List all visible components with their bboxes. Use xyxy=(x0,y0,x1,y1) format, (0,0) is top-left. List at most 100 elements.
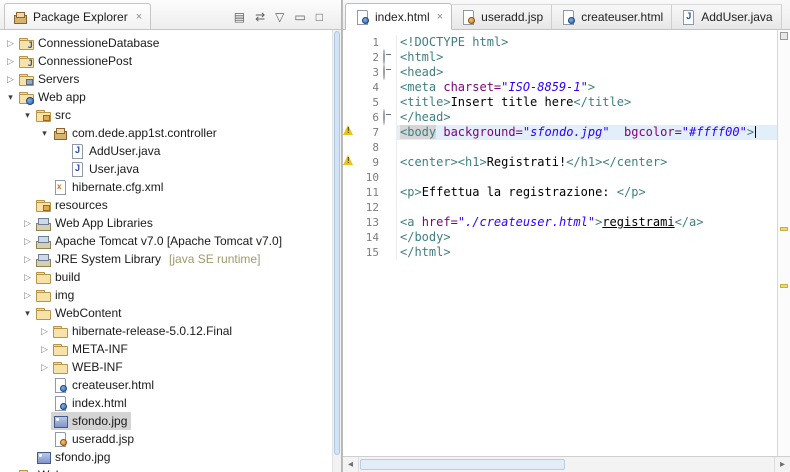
code-line[interactable]: 9 <center><h1>Registrati!</h1></center> xyxy=(343,155,777,170)
code-line-text[interactable] xyxy=(397,140,777,155)
warning-marker[interactable] xyxy=(343,125,359,140)
code-line-text[interactable]: <center><h1>Registrati!</h1></center> xyxy=(397,155,777,170)
tree-expanded-arrow-icon[interactable]: ▾ xyxy=(21,304,34,322)
code-line[interactable]: 13 <a href="./createuser.html">registrami… xyxy=(343,215,777,230)
explorer-scrollbar-thumb[interactable] xyxy=(334,31,340,456)
tree-item-img[interactable]: ▷ img xyxy=(0,286,341,304)
tree-collapsed-arrow-icon[interactable]: ▷ xyxy=(21,232,34,250)
code-line[interactable]: 7 <body background="sfondo.jpg" bgcolor="… xyxy=(343,125,777,140)
minimize-view-icon[interactable]: ▭ xyxy=(294,11,305,23)
tree-collapsed-arrow-icon[interactable]: ▷ xyxy=(4,466,17,472)
tree-item-web[interactable]: ▷ Web xyxy=(0,466,341,472)
tree-item-connessionepost[interactable]: ▷ J ConnessionePost xyxy=(0,52,341,70)
overview-ruler[interactable] xyxy=(777,30,790,456)
code-line-text[interactable]: <!DOCTYPE html> xyxy=(397,35,777,50)
tree-expanded-arrow-icon[interactable]: ▾ xyxy=(38,124,51,142)
tree-item-web-app[interactable]: ▾ Web app xyxy=(0,88,341,106)
link-with-editor-icon[interactable]: ⇄ xyxy=(255,11,265,23)
code-line[interactable]: 1 <!DOCTYPE html> xyxy=(343,35,777,50)
fold-gutter[interactable] xyxy=(383,49,397,65)
tree-collapsed-arrow-icon[interactable]: ▷ xyxy=(21,250,34,268)
tree-item-sfondo.jpg[interactable]: sfondo.jpg xyxy=(0,448,341,466)
tree-collapsed-arrow-icon[interactable]: ▷ xyxy=(21,268,34,286)
code-line-text[interactable]: <html> xyxy=(397,50,777,65)
tree-item-useradd.jsp[interactable]: useradd.jsp xyxy=(0,430,341,448)
tree-item-index.html[interactable]: index.html xyxy=(0,394,341,412)
collapse-all-icon[interactable]: ▤ xyxy=(234,11,245,23)
code-line-text[interactable]: <p>Effettua la registrazione: </p> xyxy=(397,185,777,200)
editor-tab-useradd.jsp[interactable]: useradd.jsp xyxy=(452,4,553,29)
code-line-text[interactable]: <head> xyxy=(397,65,777,80)
tree-item-build[interactable]: ▷ build xyxy=(0,268,341,286)
tree-item-meta-inf[interactable]: ▷ META-INF xyxy=(0,340,341,358)
code-line-text[interactable] xyxy=(397,170,777,185)
tree-item-createuser.html[interactable]: createuser.html xyxy=(0,376,341,394)
tree-item-adduser.java[interactable]: J AddUser.java xyxy=(0,142,341,160)
tree-item-web-app-libraries[interactable]: ▷ Web App Libraries xyxy=(0,214,341,232)
tree-item-hibernate.cfg.xml[interactable]: x hibernate.cfg.xml xyxy=(0,178,341,196)
code-line[interactable]: 11 <p>Effettua la registrazione: </p> xyxy=(343,185,777,200)
explorer-vertical-scrollbar[interactable] xyxy=(332,30,341,472)
code-line[interactable]: 4 <meta charset="ISO-8859-1"> xyxy=(343,80,777,95)
code-line-text[interactable] xyxy=(397,200,777,215)
editor-tab-adduser.java[interactable]: J AddUser.java xyxy=(672,4,782,29)
tree-item-hibernate-release-5.0.12.final[interactable]: ▷ hibernate-release-5.0.12.Final xyxy=(0,322,341,340)
code-line[interactable]: 8 xyxy=(343,140,777,155)
tree-collapsed-arrow-icon[interactable]: ▷ xyxy=(38,340,51,358)
fold-collapse-icon[interactable] xyxy=(383,109,385,125)
code-line-text[interactable]: <body background="sfondo.jpg" bgcolor="#… xyxy=(397,125,777,140)
fold-gutter[interactable] xyxy=(383,64,397,80)
code-line[interactable]: 15 </html> xyxy=(343,245,777,260)
view-close-icon[interactable]: × xyxy=(136,11,142,23)
tree-expanded-arrow-icon[interactable]: ▾ xyxy=(4,88,17,106)
code-line-text[interactable]: <meta charset="ISO-8859-1"> xyxy=(397,80,777,95)
tree-item-apache-tomcat-v7.0-apache-tomcat-v7.0-[interactable]: ▷ Apache Tomcat v7.0 [Apache Tomcat v7.0] xyxy=(0,232,341,250)
scroll-right-arrow-icon[interactable]: ▸ xyxy=(774,457,790,472)
editor-tab-index.html[interactable]: index.html × xyxy=(345,3,453,30)
tab-close-icon[interactable]: × xyxy=(437,11,443,23)
code-line[interactable]: 2 <html> xyxy=(343,49,777,65)
scroll-left-arrow-icon[interactable]: ◂ xyxy=(343,457,359,472)
code-line-text[interactable]: <a href="./createuser.html">registrami</… xyxy=(397,215,777,230)
editor-horizontal-scrollbar[interactable]: ◂ ▸ xyxy=(343,456,790,472)
fold-collapse-icon[interactable] xyxy=(383,49,385,65)
code-line-text[interactable]: </head> xyxy=(397,110,777,125)
code-line-text[interactable]: </body> xyxy=(397,230,777,245)
code-line[interactable]: 12 xyxy=(343,200,777,215)
tree-item-sfondo.jpg[interactable]: sfondo.jpg xyxy=(0,412,341,430)
maximize-view-icon[interactable]: □ xyxy=(316,11,323,23)
tree-collapsed-arrow-icon[interactable]: ▷ xyxy=(4,34,17,52)
tree-collapsed-arrow-icon[interactable]: ▷ xyxy=(38,358,51,376)
tree-item-com.dede.app1st.controller[interactable]: ▾ com.dede.app1st.controller xyxy=(0,124,341,142)
horizontal-scrollbar-thumb[interactable] xyxy=(360,459,565,470)
tree-item-user.java[interactable]: J User.java xyxy=(0,160,341,178)
code-line-text[interactable]: <title>Insert title here</title> xyxy=(397,95,777,110)
warning-marker[interactable] xyxy=(343,155,359,170)
tree-item-connessionedatabase[interactable]: ▷ J ConnessioneDatabase xyxy=(0,34,341,52)
tree-expanded-arrow-icon[interactable]: ▾ xyxy=(21,106,34,124)
tree-collapsed-arrow-icon[interactable]: ▷ xyxy=(21,286,34,304)
overview-warning-mark[interactable] xyxy=(780,227,788,231)
fold-gutter[interactable] xyxy=(383,109,397,125)
code-line-text[interactable]: </html> xyxy=(397,245,777,260)
code-line[interactable]: 10 xyxy=(343,170,777,185)
overview-warning-mark[interactable] xyxy=(780,284,788,288)
tree-collapsed-arrow-icon[interactable]: ▷ xyxy=(4,52,17,70)
tree-item-servers[interactable]: ▷ Servers xyxy=(0,70,341,88)
code-editor[interactable]: 1 <!DOCTYPE html> 2 <html> 3 <head> 4 <meta cha… xyxy=(343,30,777,456)
tree-collapsed-arrow-icon[interactable]: ▷ xyxy=(38,322,51,340)
fold-collapse-icon[interactable] xyxy=(383,64,385,80)
tree-item-src[interactable]: ▾ src xyxy=(0,106,341,124)
tree-item-jre-system-library[interactable]: ▷ JRE System Library [java SE runtime] xyxy=(0,250,341,268)
tree-item-web-inf[interactable]: ▷ WEB-INF xyxy=(0,358,341,376)
view-menu-icon[interactable]: ▽ xyxy=(275,11,284,23)
code-line[interactable]: 5 <title>Insert title here</title> xyxy=(343,95,777,110)
tree-collapsed-arrow-icon[interactable]: ▷ xyxy=(4,70,17,88)
tree-item-webcontent[interactable]: ▾ WebContent xyxy=(0,304,341,322)
tree-item-resources[interactable]: resources xyxy=(0,196,341,214)
package-explorer-tab[interactable]: Package Explorer × xyxy=(4,3,152,29)
tree-collapsed-arrow-icon[interactable]: ▷ xyxy=(21,214,34,232)
overview-ruler-header-icon[interactable] xyxy=(780,32,788,40)
code-line[interactable]: 3 <head> xyxy=(343,64,777,80)
code-line[interactable]: 14 </body> xyxy=(343,230,777,245)
